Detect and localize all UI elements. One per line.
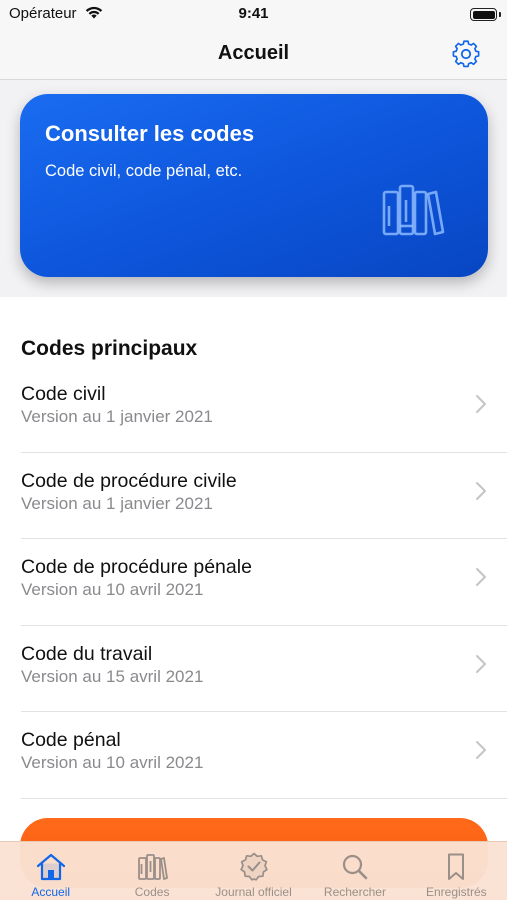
- code-name: Code pénal: [21, 729, 121, 751]
- codes-list: Code civil Version au 1 janvier 2021 Cod…: [0, 366, 507, 799]
- search-icon: [342, 854, 368, 880]
- app-screen: Opérateur 9:41 Accueil Consulter les cod…: [0, 0, 507, 900]
- tab-codes[interactable]: Codes: [101, 842, 202, 900]
- list-item[interactable]: Code de procédure pénale Version au 10 a…: [21, 539, 507, 626]
- tab-label: Codes: [134, 885, 170, 899]
- house-icon: [36, 853, 65, 881]
- battery-tip: [499, 12, 501, 17]
- chevron-right-icon: [476, 741, 486, 759]
- code-version: Version au 1 janvier 2021: [21, 493, 213, 513]
- list-item[interactable]: Code pénal Version au 10 avril 2021: [21, 712, 507, 799]
- code-version: Version au 10 avril 2021: [21, 753, 204, 772]
- tab-label: Journal officiel: [215, 885, 292, 899]
- chevron-right-icon: [476, 654, 486, 673]
- status-bar: Opérateur 9:41: [0, 0, 507, 30]
- code-version: Version au 15 avril 2021: [21, 666, 204, 686]
- list-item[interactable]: Code de procédure civile Version au 1 ja…: [21, 453, 507, 539]
- navigation-bar: Accueil: [0, 30, 507, 80]
- tab-enregistres[interactable]: Enregistrés: [406, 842, 507, 900]
- code-name: Code de procédure pénale: [21, 556, 252, 578]
- hero-section: Consulter les codes Code civil, code pén…: [0, 81, 507, 297]
- tab-label: Accueil: [31, 885, 71, 899]
- codes-list-panel: Codes principaux Code civil Version au 1…: [0, 297, 507, 842]
- clock: 9:41: [238, 5, 269, 22]
- tab-label: Enregistrés: [425, 885, 487, 899]
- tab-label: Rechercher: [323, 885, 386, 899]
- bookmark-icon: [448, 853, 465, 880]
- tab-journal-officiel[interactable]: Journal officiel: [203, 842, 304, 900]
- books-icon: [382, 184, 445, 236]
- chevron-right-icon: [476, 568, 486, 586]
- seal-check-icon: [239, 852, 268, 881]
- section-title: Codes principaux: [21, 337, 198, 360]
- tab-rechercher[interactable]: Rechercher: [304, 842, 405, 900]
- hero-subtitle: Code civil, code pénal, etc.: [45, 162, 243, 180]
- chevron-right-icon: [476, 481, 486, 500]
- battery-icon: [470, 8, 497, 21]
- list-item[interactable]: Code du travail Version au 15 avril 2021: [21, 626, 507, 712]
- books-icon: [138, 854, 169, 880]
- tab-accueil[interactable]: Accueil: [0, 842, 101, 900]
- tab-bar: Accueil Codes Journal officiel Recherche…: [0, 841, 507, 900]
- page-title: Accueil: [217, 42, 290, 64]
- gear-icon[interactable]: [451, 39, 481, 69]
- hero-title: Consulter les codes: [45, 121, 255, 146]
- consult-codes-card[interactable]: Consulter les codes Code civil, code pén…: [20, 94, 488, 277]
- chevron-right-icon: [476, 395, 486, 413]
- code-name: Code civil: [21, 383, 106, 405]
- code-name: Code du travail: [21, 642, 153, 665]
- code-version: Version au 10 avril 2021: [21, 580, 204, 599]
- list-item[interactable]: Code civil Version au 1 janvier 2021: [21, 366, 507, 453]
- code-version: Version au 1 janvier 2021: [21, 407, 213, 426]
- code-name: Code de procédure civile: [21, 469, 237, 492]
